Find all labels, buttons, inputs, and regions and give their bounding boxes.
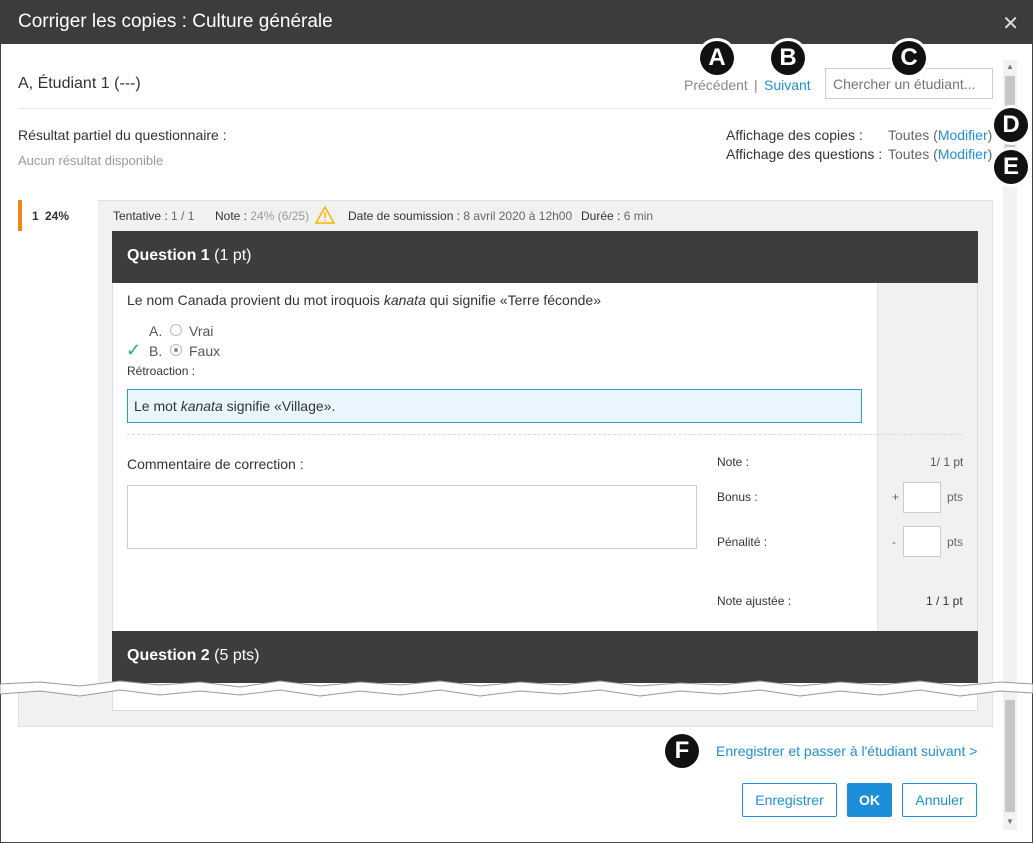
previous-student-link[interactable]: Précédent [684, 77, 748, 93]
note-label: Note : [215, 209, 248, 223]
torn-edge-separator [0, 680, 1033, 697]
date-label: Date de soumission : [348, 209, 461, 223]
copies-value-text: Toutes [888, 127, 930, 143]
note-detail: (6/25) [277, 209, 310, 223]
feedback-label: Rétroaction : [127, 364, 196, 378]
submission-date-info: Date de soumission : 8 avril 2020 à 12h0… [348, 209, 572, 223]
option-a-label: Vrai [189, 323, 214, 339]
question-1-text: Le nom Canada provient du mot iroquois k… [127, 292, 601, 308]
correct-check-icon: ✓ [126, 340, 142, 360]
note-value: 1/ 1 pt [930, 455, 964, 469]
question-text-part: qui signifie «Terre féconde» [425, 292, 601, 308]
paren: ) [987, 146, 993, 162]
save-and-next-link[interactable]: Enregistrer et passer à l'étudiant suiva… [716, 743, 977, 759]
questions-display-value: Toutes (Modifier) [888, 146, 992, 162]
correction-comment-textarea[interactable] [127, 485, 697, 549]
student-name: A, Étudiant 1 (---) [18, 75, 141, 92]
duration-label: Durée : [581, 209, 621, 223]
duration-info: Durée : 6 min [581, 209, 653, 223]
penalty-sign: - [892, 535, 896, 549]
duration-value: 6 min [623, 209, 654, 223]
partial-result-label: Résultat partiel du questionnaire : [18, 127, 227, 143]
attempt-list [18, 231, 98, 686]
scroll-down-arrow-icon[interactable]: ▼ [1003, 815, 1017, 829]
question-1-points: (1 pt) [214, 247, 252, 264]
note-label: Note : [717, 455, 750, 469]
bonus-label: Bonus : [717, 490, 758, 504]
save-button[interactable]: Enregistrer [742, 783, 837, 817]
copies-display-label: Affichage des copies : [726, 127, 863, 143]
modify-questions-link[interactable]: Modifier [938, 146, 988, 162]
feedback-text-part: Le mot [134, 398, 181, 414]
bonus-unit: pts [947, 490, 964, 504]
divider [18, 108, 992, 109]
close-icon[interactable]: ✕ [1002, 11, 1019, 36]
adjusted-grade-label: Note ajustée : [717, 594, 792, 608]
callout-d: D [994, 108, 1028, 142]
question-text-emphasis: kanata [383, 292, 426, 308]
scroll-up-arrow-icon[interactable]: ▲ [1003, 60, 1017, 74]
modify-copies-link[interactable]: Modifier [938, 127, 988, 143]
feedback-text-part: signifie «Village». [222, 398, 336, 414]
feedback-box: Le mot kanata signifie «Village». [127, 389, 862, 423]
tentative-info: Tentative : 1 / 1 [113, 209, 194, 223]
callout-b: B [771, 41, 805, 75]
option-a-radio [170, 324, 182, 336]
dialog-titlebar: Corriger les copies : Culture générale ✕ [0, 0, 1033, 44]
comment-label: Commentaire de correction : [127, 456, 304, 472]
option-b-label: Faux [189, 343, 221, 359]
note-percent: 24% [250, 209, 275, 223]
bonus-sign: + [892, 490, 900, 504]
question-2-title: Question 2 [127, 647, 210, 664]
callout-f: F [665, 734, 699, 768]
question-1-header: Question 1 (1 pt) [112, 231, 978, 283]
tentative-value: 1 / 1 [171, 209, 195, 223]
penalty-label: Pénalité : [717, 535, 768, 549]
option-b-radio [170, 344, 182, 356]
nav-separator: | [754, 77, 758, 93]
next-student-link[interactable]: Suivant [764, 77, 811, 93]
ok-button[interactable]: OK [847, 783, 892, 817]
callout-e: E [994, 150, 1028, 184]
adjusted-grade-value: 1 / 1 pt [926, 594, 963, 608]
questions-value-text: Toutes [888, 146, 930, 162]
note-info: Note : 24% (6/25) [215, 209, 309, 223]
feedback-text-emphasis: kanata [180, 398, 223, 414]
bonus-input[interactable] [903, 482, 941, 513]
attempt-percent: 24% [45, 209, 70, 223]
question-text-part: Le nom Canada provient du mot iroquois [127, 292, 384, 308]
warning-icon [315, 206, 335, 224]
date-value: 8 avril 2020 à 12h00 [463, 209, 573, 223]
questions-display-label: Affichage des questions : [726, 146, 883, 162]
partial-result-value: Aucun résultat disponible [18, 153, 164, 168]
question-2-points: (5 pts) [214, 647, 260, 664]
penalty-input[interactable] [903, 526, 941, 557]
section-divider [127, 434, 962, 435]
tentative-label: Tentative : [113, 209, 168, 223]
question-1-title: Question 1 [127, 247, 210, 264]
callout-a: A [700, 41, 734, 75]
paren: ) [987, 127, 993, 143]
attempt-number: 1 [32, 209, 39, 223]
dialog-title: Corriger les copies : Culture générale [18, 11, 333, 32]
callout-c: C [892, 41, 926, 75]
copies-display-value: Toutes (Modifier) [888, 127, 992, 143]
cancel-button[interactable]: Annuler [902, 783, 977, 817]
scrollbar-thumb[interactable] [1005, 700, 1015, 812]
option-a-letter: A. [149, 323, 163, 339]
option-b-letter: B. [149, 343, 163, 359]
penalty-unit: pts [947, 535, 964, 549]
attempt-tab[interactable]: 1 24% [18, 200, 98, 231]
